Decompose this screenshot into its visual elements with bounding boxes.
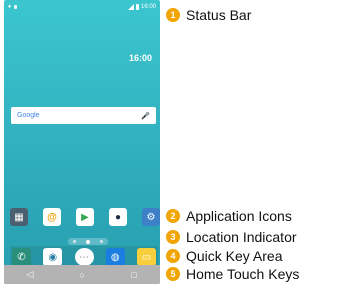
email-icon[interactable]: @ [43, 208, 61, 226]
label-location-indicator: 3 Location Indicator [166, 229, 297, 245]
home-clock-widget[interactable]: 16:00 [129, 53, 152, 63]
app-grid-icon[interactable]: ▦ [10, 208, 28, 226]
contacts-icon[interactable]: ◉ [43, 248, 63, 266]
home-touch-keys: ◁ ○ □ [4, 265, 160, 284]
browser-icon[interactable]: ◍ [105, 248, 125, 266]
status-time: 16:00 [140, 4, 156, 10]
application-icons-row: ▦ @ ▶ ● ⚙ [10, 205, 160, 229]
label-quick-key-area: 4 Quick Key Area [166, 248, 283, 264]
google-search-bar[interactable]: Google 🎤 [11, 107, 156, 124]
notification-icon [14, 5, 18, 9]
page-dot-active [86, 239, 90, 244]
status-notifications: ♦ [8, 4, 18, 10]
apps-icon[interactable]: ⋯ [74, 248, 94, 266]
label-application-icons: 2 Application Icons [166, 208, 292, 224]
microphone-icon[interactable]: 🎤 [141, 112, 150, 120]
label-text: Application Icons [186, 208, 292, 224]
recents-icon[interactable]: □ [124, 268, 144, 282]
status-indicators: 16:00 [127, 4, 156, 10]
label-text: Quick Key Area [186, 248, 283, 264]
signal-icon [127, 4, 134, 10]
label-number-badge: 5 [166, 267, 180, 281]
battery-icon [135, 4, 139, 10]
label-text: Home Touch Keys [186, 266, 300, 282]
phone-icon[interactable]: ✆ [12, 248, 31, 266]
label-number-badge: 1 [166, 8, 180, 22]
label-text: Status Bar [186, 7, 252, 23]
location-indicator[interactable] [68, 238, 108, 245]
phone-screen: ♦ 16:00 16:00 Google 🎤 ▦ @ ▶ ● ⚙ ✆ ◉ ⋯ ◍… [4, 0, 160, 284]
label-text: Location Indicator [186, 229, 297, 245]
notification-icon: ♦ [8, 4, 12, 10]
back-icon[interactable]: ◁ [20, 268, 40, 282]
google-logo: Google [17, 112, 40, 119]
page-dot [100, 240, 103, 243]
home-icon[interactable]: ○ [72, 268, 92, 282]
label-status-bar: 1 Status Bar [166, 7, 251, 23]
page-dot [73, 240, 76, 243]
label-home-touch-keys: 5 Home Touch Keys [166, 266, 299, 282]
label-number-badge: 3 [166, 230, 180, 244]
label-number-badge: 2 [166, 209, 180, 223]
play-store-icon[interactable]: ▶ [76, 208, 94, 226]
settings-icon[interactable]: ⚙ [142, 208, 160, 226]
status-bar: ♦ 16:00 [4, 0, 160, 14]
camera-icon[interactable]: ● [109, 208, 127, 226]
message-icon[interactable]: ▭ [137, 248, 156, 266]
label-number-badge: 4 [166, 249, 180, 263]
